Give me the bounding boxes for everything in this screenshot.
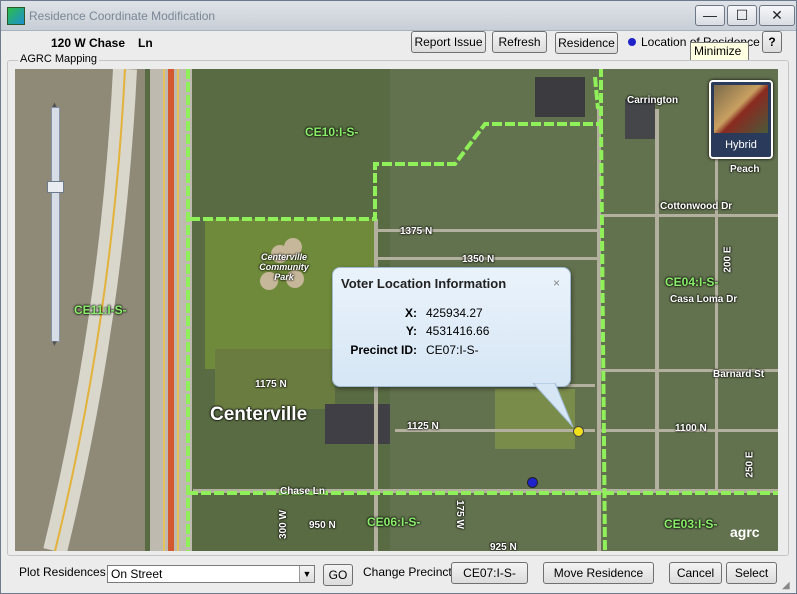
title-bar[interactable]: Residence Coordinate Modification — ☐ ✕ <box>1 1 796 31</box>
change-precinct-label: Change Precinct <box>363 565 452 579</box>
precinct-label-ce06: CE06:I-S- <box>367 515 421 529</box>
zoom-out-icon[interactable]: ▼ <box>47 339 62 348</box>
minimize-button[interactable]: — <box>695 5 725 26</box>
precinct-label-ce03: CE03:I-S- <box>664 517 718 531</box>
cancel-button[interactable]: Cancel <box>669 562 722 584</box>
precinct-button[interactable]: CE07:I-S- <box>451 562 528 584</box>
close-button[interactable]: ✕ <box>759 5 795 26</box>
chevron-down-icon[interactable]: ▼ <box>299 566 314 582</box>
road-label-1125n: 1125 N <box>407 421 439 432</box>
zoom-in-icon[interactable]: ▲ <box>47 100 62 109</box>
hybrid-label: Hybrid <box>725 139 757 151</box>
popup-close-icon[interactable]: × <box>553 276 560 290</box>
voter-location-popup: Voter Location Information × X: 425934.2… <box>332 267 571 387</box>
popup-x-value: 425934.27 <box>426 306 483 320</box>
popup-precinct-value: CE07:I-S- <box>426 343 479 357</box>
voter-location-pin[interactable] <box>573 426 584 437</box>
road-label-cottonwood: Cottonwood Dr <box>660 201 733 212</box>
zoom-slider-track[interactable] <box>51 107 60 342</box>
road-label-casa-loma: Casa Loma Dr <box>670 294 738 305</box>
city-label: Centerville <box>210 404 308 425</box>
popup-precinct-label: Precinct ID: <box>350 343 417 357</box>
road-label-1350n: 1350 N <box>462 254 495 265</box>
agrc-attribution: agrc <box>730 524 760 540</box>
popup-y-label: Y: <box>405 324 417 338</box>
minimize-tooltip: Minimize <box>690 42 749 61</box>
popup-y-value: 4531416.66 <box>426 324 490 338</box>
road-label-1100n: 1100 N <box>675 423 707 434</box>
maximize-button[interactable]: ☐ <box>727 5 757 26</box>
move-residence-button[interactable]: Move Residence <box>543 562 654 584</box>
road-label-chase: Chase Ln <box>280 486 326 497</box>
road-label-barnard: Barnard St <box>713 369 765 380</box>
plot-residences-label: Plot Residences <box>19 565 106 579</box>
precinct-label-ce04: CE04:I-S- <box>665 275 719 289</box>
road-label-300w: 300 W <box>277 510 289 539</box>
road-label-175w: 175 W <box>453 500 465 529</box>
street-type-label: Ln <box>138 36 153 50</box>
road-label-1375n: 1375 N <box>400 226 433 237</box>
plot-residences-select[interactable]: On Street ▼ <box>107 565 315 583</box>
resize-grip-icon[interactable]: ◢ <box>782 580 794 592</box>
road-label-peach: Peach <box>730 164 760 175</box>
help-button[interactable]: ? <box>762 31 782 53</box>
park-label: Centerville Community Park <box>259 252 309 282</box>
zoom-slider-thumb[interactable] <box>47 181 64 193</box>
road-label-250e: 250 E <box>744 451 756 478</box>
mapping-group-label: AGRC Mapping <box>18 53 100 65</box>
precinct-label-ce11: CE11:I-S- <box>74 303 127 317</box>
road-label-carrington: Carrington <box>627 95 679 106</box>
precinct-label-ce10: CE10:I-S- <box>305 125 359 139</box>
report-issue-button[interactable]: Report Issue <box>411 31 486 53</box>
road-label-925n: 925 N <box>490 542 517 551</box>
residence-legend-dot <box>628 38 636 46</box>
refresh-button[interactable]: Refresh <box>492 31 547 53</box>
road-label-200e: 200 E <box>722 246 734 273</box>
street-name-label: 120 W Chase <box>51 36 126 50</box>
hybrid-thumbnail <box>714 85 768 133</box>
window-title: Residence Coordinate Modification <box>29 9 216 23</box>
select-button[interactable]: Select <box>726 562 777 584</box>
hybrid-toggle[interactable]: Hybrid <box>709 80 773 159</box>
residence-location-pin[interactable] <box>527 477 538 488</box>
road-label-950n: 950 N <box>309 520 336 531</box>
popup-x-label: X: <box>405 306 417 320</box>
residence-button[interactable]: Residence <box>555 32 618 54</box>
app-icon <box>7 7 25 25</box>
go-button[interactable]: GO <box>323 564 353 586</box>
popup-title: Voter Location Information <box>341 276 507 291</box>
road-label-1175n: 1175 N <box>255 379 287 390</box>
plot-residences-value: On Street <box>111 567 163 581</box>
